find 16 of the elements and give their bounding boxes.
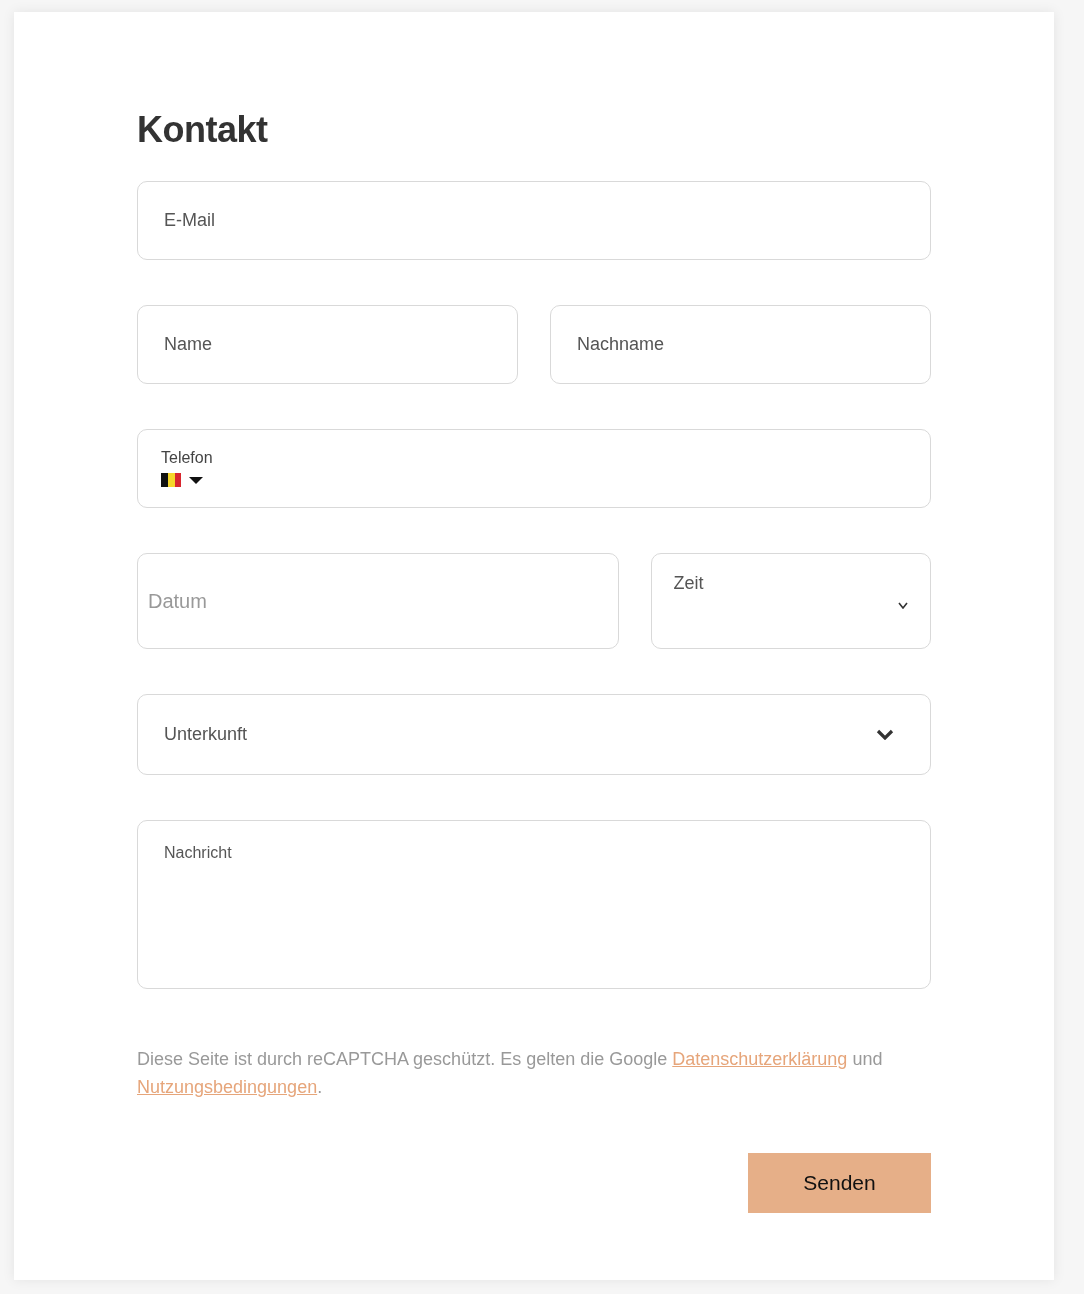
message-field[interactable]: Nachricht bbox=[137, 820, 931, 990]
chevron-down-icon bbox=[898, 602, 908, 610]
caret-icon[interactable] bbox=[189, 476, 203, 484]
submit-button[interactable]: Senden bbox=[748, 1153, 931, 1214]
recaptcha-notice: Diese Seite ist durch reCAPTCHA geschützt. Es gelten die Google Datenschutzerklärung und Nutzungsbedingungen. bbox=[137, 1048, 884, 1100]
input-field[interactable]: Nachname bbox=[550, 305, 931, 385]
date-field[interactable]: Datum bbox=[137, 553, 619, 650]
phone-field[interactable]: Telefon bbox=[137, 429, 931, 509]
field-label: Telefon bbox=[161, 448, 213, 469]
flag-icon bbox=[161, 473, 181, 488]
chevron-down-icon bbox=[876, 729, 894, 741]
input-field[interactable]: Name bbox=[137, 305, 518, 385]
time-select[interactable]: Zeit bbox=[650, 553, 931, 650]
accommodation-select[interactable]: Unterkunft bbox=[137, 694, 931, 776]
form-title: Kontakt bbox=[137, 108, 269, 152]
input-field[interactable]: E-Mail bbox=[137, 181, 931, 261]
